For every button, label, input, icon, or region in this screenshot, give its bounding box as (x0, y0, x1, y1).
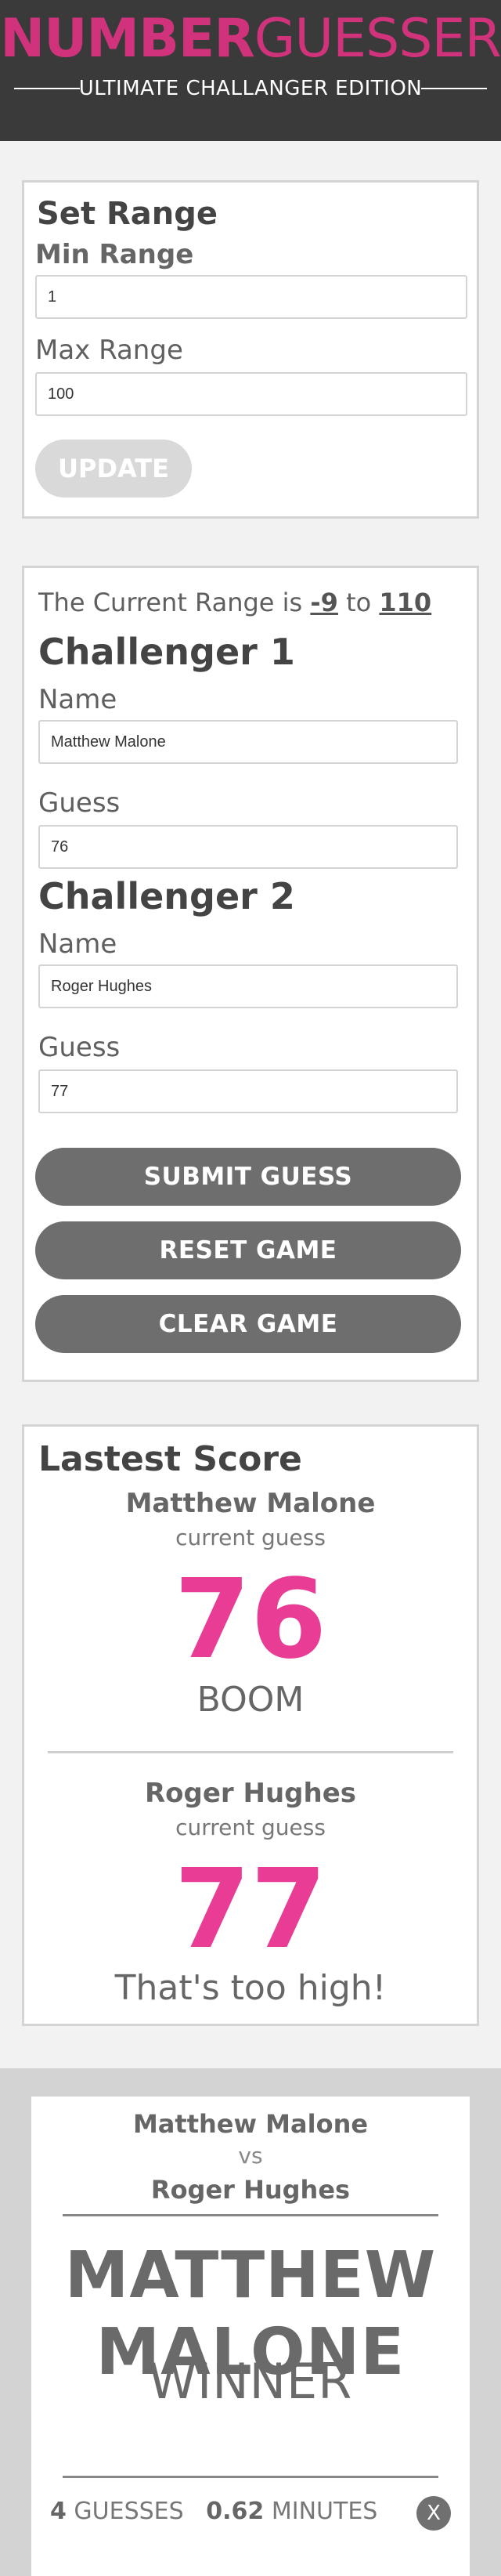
challenger2-guess-label: Guess (38, 1032, 121, 1063)
winner-card: Matthew Malone vs Roger Hughes MATTHEW M… (31, 2097, 470, 2576)
current-range-text: The Current Range is -9 to 110 (38, 587, 431, 618)
challenger2-name-input[interactable]: Roger Hughes (38, 964, 458, 1008)
clear-game-button[interactable]: CLEAR GAME (35, 1295, 461, 1353)
max-range-input[interactable]: 100 (35, 372, 467, 416)
winner-name-line1: MATTHEW (64, 2238, 437, 2313)
minutes-value: 0.62 (206, 2498, 265, 2525)
score2-player-name: Roger Hughes (144, 1778, 357, 1809)
current-range-sep: to (346, 588, 372, 617)
app-header: NUMBERGUESSER ULTIMATE CHALLANGER EDITIO… (0, 0, 501, 141)
winner-card-player2: Roger Hughes (150, 2175, 351, 2205)
challenger-card: The Current Range is -9 to 110 Challenge… (22, 566, 479, 1382)
max-range-label: Max Range (35, 335, 183, 366)
winner-card-vs: vs (238, 2143, 263, 2169)
score1-subtitle: current guess (175, 1525, 326, 1550)
challenger2-title: Challenger 2 (38, 875, 295, 917)
winner-divider-top (63, 2214, 438, 2216)
score1-message: BOOM (196, 1680, 305, 1720)
logo-light-text: GUESSER (254, 8, 501, 70)
close-winner-button[interactable]: X (416, 2496, 451, 2531)
tagline-rule-right (421, 88, 487, 89)
latest-score-card: Lastest Score Matthew Malone current gue… (22, 1424, 479, 2026)
challenger2-guess-input[interactable]: 77 (38, 1069, 458, 1113)
winner-label: WINNER (148, 2353, 353, 2410)
set-range-title: Set Range (37, 196, 218, 232)
submit-guess-button[interactable]: SUBMIT GUESS (35, 1148, 461, 1206)
score2-guess-number: 77 (174, 1846, 327, 1974)
winner-divider-bottom (63, 2476, 438, 2478)
score1-player-name: Matthew Malone (125, 1488, 376, 1519)
current-range-prefix: The Current Range is (38, 588, 303, 617)
score2-subtitle: current guess (175, 1814, 326, 1840)
reset-game-button[interactable]: RESET GAME (35, 1221, 461, 1279)
guess-unit: GUESSES (74, 2498, 184, 2525)
latest-score-title: Lastest Score (38, 1439, 302, 1479)
guess-count: 4 (50, 2498, 67, 2525)
score1-guess-number: 76 (174, 1556, 327, 1684)
set-range-card: Set Range Min Range 1 Max Range 100 UPDA… (22, 180, 479, 519)
challenger1-name-input[interactable]: Matthew Malone (38, 720, 458, 764)
update-button[interactable]: UPDATE (35, 440, 192, 497)
challenger2-name-label: Name (38, 928, 117, 960)
min-range-label: Min Range (35, 239, 194, 270)
logo: NUMBERGUESSER (0, 6, 501, 72)
current-range-max: 110 (379, 588, 432, 617)
challenger1-guess-input[interactable]: 76 (38, 825, 458, 869)
challenger1-title: Challenger 1 (38, 631, 295, 673)
game-stats: 4 GUESSES 0.62 MINUTES (50, 2496, 377, 2527)
winner-card-player1: Matthew Malone (132, 2109, 369, 2139)
challenger1-name-label: Name (38, 684, 117, 715)
challenger1-guess-label: Guess (38, 787, 121, 819)
logo-strong-text: NUMBER (0, 8, 254, 70)
current-range-min: -9 (310, 588, 338, 617)
score2-message: That's too high! (114, 1968, 387, 2008)
minutes-unit: MINUTES (271, 2498, 378, 2525)
score-divider (48, 1751, 453, 1753)
tagline-row: ULTIMATE CHALLANGER EDITION (0, 72, 501, 103)
min-range-input[interactable]: 1 (35, 275, 467, 319)
